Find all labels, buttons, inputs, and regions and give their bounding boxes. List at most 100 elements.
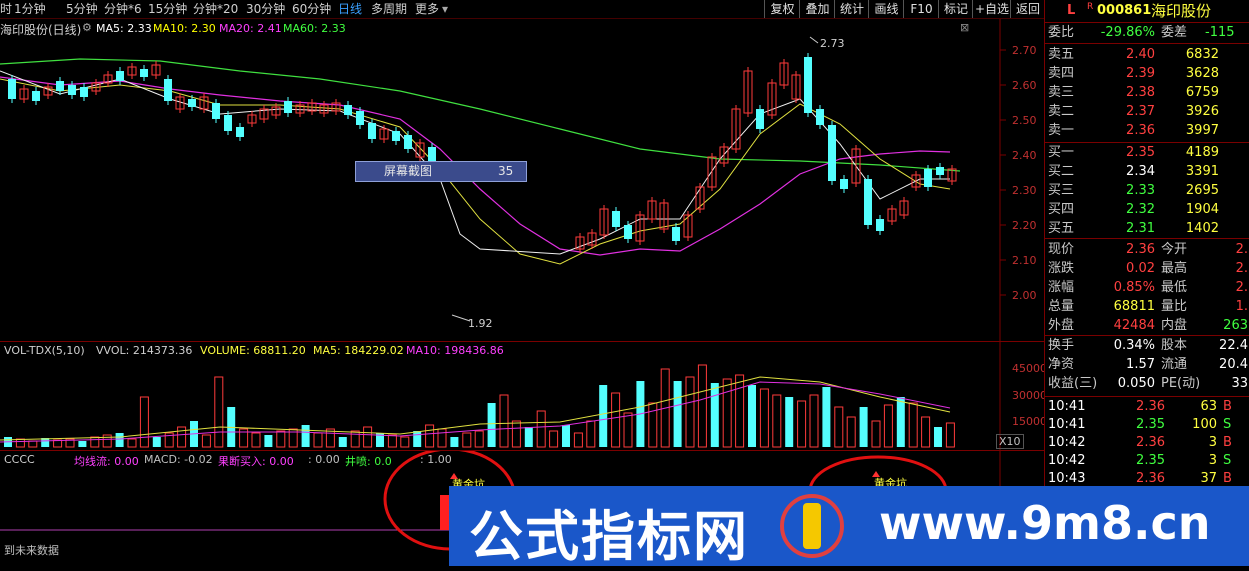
volume-bar	[722, 378, 732, 448]
stats-button[interactable]: 统计	[834, 0, 869, 18]
tab-multi-period[interactable]: 多周期	[371, 1, 407, 17]
tick-side: S	[1223, 453, 1232, 468]
tab-daily[interactable]: 日线	[338, 1, 362, 17]
price-tick: 2.30	[1012, 184, 1037, 197]
volume-bar	[363, 426, 373, 448]
volume-bar	[139, 396, 149, 448]
bid-label: 买五	[1048, 221, 1075, 236]
bid-row[interactable]: 买二 2.34 3391	[1045, 163, 1249, 181]
bid-row[interactable]: 买三 2.33 2695	[1045, 182, 1249, 200]
stat-row: 净资 1.57 流通 20.4	[1045, 356, 1249, 374]
volume-bar	[350, 430, 360, 448]
ask-row[interactable]: 卖三 2.38 6759	[1045, 84, 1249, 102]
candle	[672, 227, 680, 241]
tick-row: 10:42 2.36 3 B	[1045, 434, 1249, 452]
chevron-down-icon[interactable]: ▾	[442, 1, 448, 17]
ask-price: 2.39	[1126, 66, 1155, 81]
candle	[344, 105, 352, 115]
ask-row[interactable]: 卖五 2.40 6832	[1045, 46, 1249, 64]
tab-60min[interactable]: 60分钟	[292, 1, 331, 17]
candle	[68, 85, 76, 95]
candle	[236, 127, 244, 137]
volume-bar	[15, 438, 25, 448]
volume-bar	[785, 397, 794, 447]
bid-row[interactable]: 买四 2.32 1904	[1045, 201, 1249, 219]
stat-value-2: 22.4	[1219, 338, 1248, 353]
tab-30min[interactable]: 30分钟	[246, 1, 285, 17]
tab-min20[interactable]: 分钟*20	[193, 1, 238, 17]
volume-bar	[846, 416, 856, 448]
volume-svg	[0, 342, 1001, 450]
stat-value-2: 1.	[1235, 299, 1248, 314]
volume-bar	[499, 394, 509, 448]
tick-vol: 3	[1208, 453, 1217, 468]
bid-vol: 3391	[1185, 164, 1219, 179]
price-tick: 2.20	[1012, 219, 1037, 232]
stat-value: 68811	[1113, 299, 1155, 314]
tab-more[interactable]: 更多	[415, 1, 439, 17]
stock-name: 海印股份	[1151, 2, 1212, 20]
candle	[924, 169, 932, 187]
low-price-label: 1.92	[468, 317, 493, 330]
stat-row: 收益(三) 0.050 PE(动) 33	[1045, 375, 1249, 393]
volume-bar	[115, 433, 124, 447]
ask-row[interactable]: 卖一 2.36 3997	[1045, 122, 1249, 140]
volume-bar	[748, 385, 756, 447]
vol-tick: 45000	[1012, 362, 1047, 375]
volume-bar	[387, 434, 397, 448]
fuquan-button[interactable]: 复权	[764, 0, 800, 18]
ask-price: 2.40	[1126, 47, 1155, 62]
ask-row[interactable]: 卖二 2.37 3926	[1045, 103, 1249, 121]
mark-button[interactable]: 标记	[938, 0, 973, 18]
tab-time[interactable]: 时	[0, 1, 12, 17]
bid-label: 买四	[1048, 202, 1075, 217]
volume-bar	[400, 436, 410, 448]
overlay-button[interactable]: 叠加	[799, 0, 835, 18]
volume-bar	[908, 402, 918, 448]
f10-button[interactable]: F10	[903, 0, 939, 18]
watermark-left: 公式指标网	[469, 505, 749, 568]
draw-button[interactable]: 画线	[868, 0, 904, 18]
logo-icon	[780, 494, 844, 558]
stat-value: 42484	[1113, 318, 1155, 333]
tick-row: 10:41 2.36 63 B	[1045, 398, 1249, 416]
bid-row[interactable]: 买五 2.31 1402	[1045, 220, 1249, 238]
tab-15min[interactable]: 15分钟	[148, 1, 187, 17]
bid-price: 2.33	[1126, 183, 1155, 198]
volume-bar	[685, 376, 695, 448]
price-tick: 2.70	[1012, 44, 1037, 57]
volume-bar	[251, 432, 261, 448]
volume-bar	[562, 425, 570, 447]
volume-bar	[437, 428, 447, 448]
add-watchlist-button[interactable]: +自选	[972, 0, 1011, 18]
bid-vol: 1904	[1185, 202, 1219, 217]
back-button[interactable]: 返回	[1010, 0, 1045, 18]
candle	[936, 167, 944, 175]
stat-label: 总量	[1048, 299, 1075, 314]
tab-1min[interactable]: 1分钟	[14, 1, 46, 17]
tick-side: B	[1223, 435, 1232, 450]
tick-price: 2.36	[1136, 435, 1165, 450]
volume-bar	[934, 427, 942, 447]
candle	[756, 109, 764, 129]
tick-row: 10:41 2.35 100 S	[1045, 416, 1249, 434]
ask-row[interactable]: 卖四 2.39 3628	[1045, 65, 1249, 83]
tab-min6[interactable]: 分钟*6	[104, 1, 142, 17]
volume-bar	[276, 430, 286, 448]
tab-5min[interactable]: 5分钟	[66, 1, 98, 17]
volume-bar	[450, 437, 459, 447]
l-icon: L	[1067, 3, 1076, 18]
stat-value-2: 20.4	[1219, 357, 1248, 372]
bid-label: 买三	[1048, 183, 1075, 198]
volume-bar	[573, 432, 583, 448]
bid-vol: 2695	[1185, 183, 1219, 198]
volume-bar	[611, 392, 621, 448]
volume-bar	[772, 394, 782, 448]
ask-vol: 6832	[1185, 47, 1219, 62]
volume-bar	[413, 431, 422, 447]
volume-pane[interactable]: VOL-TDX(5,10) VVOL: 214373.36 VOLUME: 68…	[0, 342, 1047, 451]
bid-vol: 4189	[1185, 145, 1219, 160]
tick-time: 10:42	[1048, 435, 1086, 450]
high-price-label: 2.73	[820, 37, 845, 50]
bid-row[interactable]: 买一 2.35 4189	[1045, 144, 1249, 162]
